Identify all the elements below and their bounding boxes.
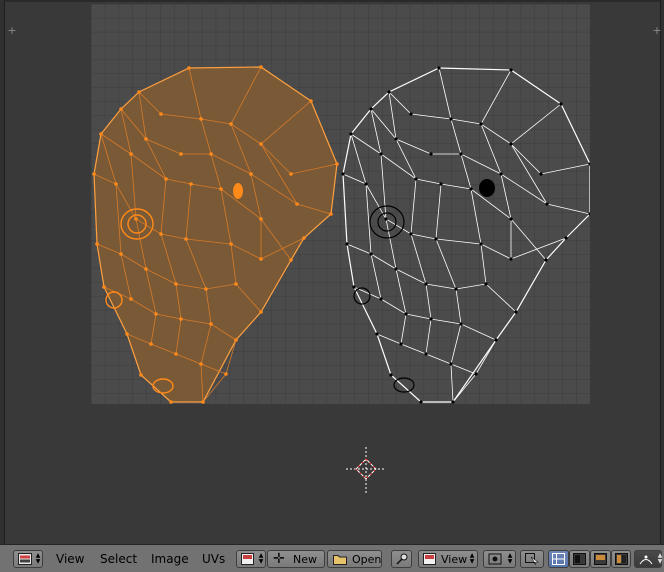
plus-icon: ✛ xyxy=(273,551,285,567)
editor-type-selector[interactable]: ▲ ▼ xyxy=(13,550,43,568)
island-select-icon xyxy=(615,553,628,565)
vertex-select-mode[interactable] xyxy=(548,550,569,568)
chevron-updown-icon: ▲ ▼ xyxy=(657,552,663,565)
window-right-edge[interactable] xyxy=(660,0,664,572)
new-image-button[interactable]: ✛ New xyxy=(267,550,325,568)
image-icon xyxy=(241,553,254,565)
chevron-updown-icon: ▲ ▼ xyxy=(35,552,41,565)
proportional-edit-selector[interactable]: ▲ ▼ xyxy=(634,550,662,568)
image-editor-icon xyxy=(18,553,32,565)
2d-cursor-icon xyxy=(346,447,386,495)
chevron-updown-icon: ▲ ▼ xyxy=(469,552,475,565)
region-expand-left-icon[interactable]: + xyxy=(7,25,17,36)
pin-image-button[interactable] xyxy=(391,550,412,568)
pivot-icon xyxy=(488,553,502,565)
open-image-button[interactable]: Open xyxy=(327,550,382,568)
image-icon xyxy=(423,553,436,565)
new-label: New xyxy=(293,553,317,566)
face-select-mode[interactable] xyxy=(590,550,611,568)
pivot-point-selector[interactable]: ▲ ▼ xyxy=(483,550,516,568)
menu-uvs[interactable]: UVs xyxy=(202,552,225,566)
image-browse-button[interactable]: ▲ ▼ xyxy=(236,550,266,568)
sticky-select-mode[interactable] xyxy=(520,550,544,568)
menu-view[interactable]: View xyxy=(56,552,84,566)
edge-select-icon xyxy=(573,553,586,565)
chevron-updown-icon: ▲ ▼ xyxy=(507,552,513,565)
edge-select-mode[interactable] xyxy=(569,550,590,568)
menu-select[interactable]: Select xyxy=(100,552,137,566)
chevron-updown-icon: ▲ ▼ xyxy=(258,552,264,565)
island-select-mode[interactable] xyxy=(611,550,631,568)
face-select-icon xyxy=(594,553,607,565)
open-label: Open xyxy=(352,553,382,566)
proportional-edit-icon xyxy=(639,555,653,565)
sticky-select-icon xyxy=(525,553,539,565)
uv-canvas[interactable] xyxy=(91,4,590,404)
view-mode-selector[interactable]: View ▲ ▼ xyxy=(418,550,478,568)
pin-icon xyxy=(396,553,408,565)
view-mode-label: View xyxy=(441,553,468,566)
region-expand-right-icon[interactable]: + xyxy=(652,25,662,36)
menu-image[interactable]: Image xyxy=(151,552,189,566)
folder-icon xyxy=(333,555,347,565)
vertex-select-icon xyxy=(552,553,565,565)
editor-header: ▲ ▼ View Select Image UVs ▲ ▼ ✛ New Open V… xyxy=(0,544,664,572)
window-top-edge xyxy=(0,0,664,2)
window-left-edge[interactable] xyxy=(0,0,5,572)
